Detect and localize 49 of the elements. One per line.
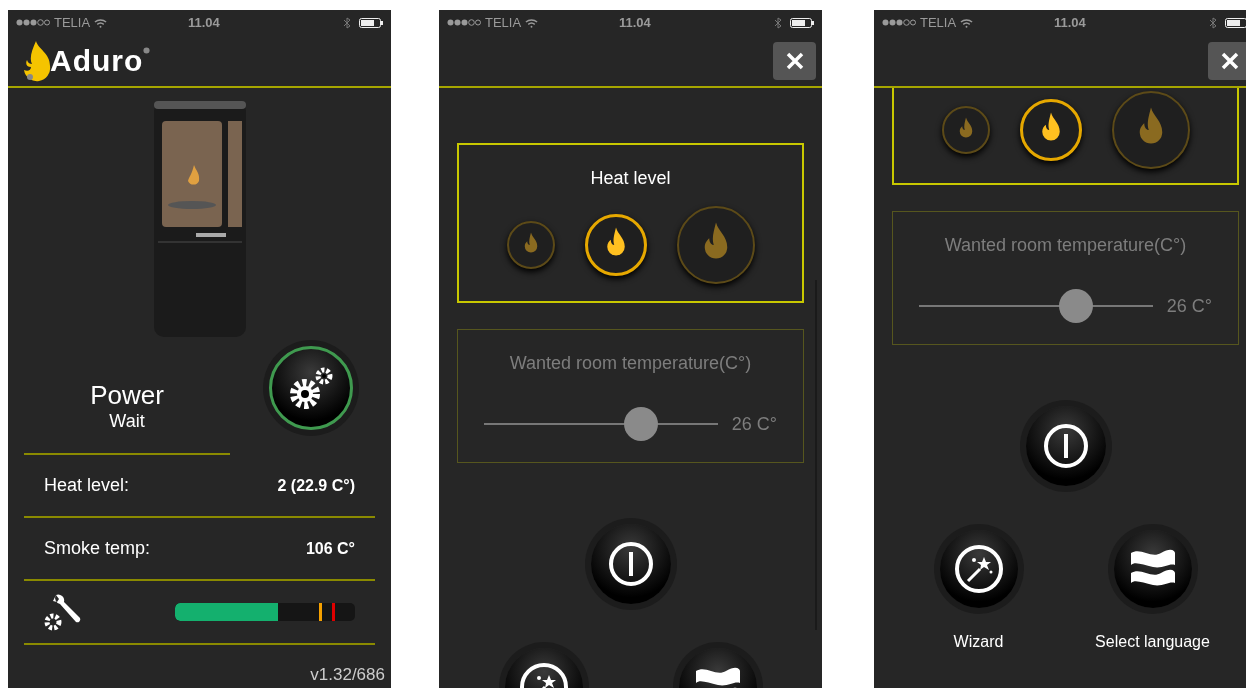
- carrier-name: TELIA: [54, 13, 91, 32]
- registered-icon: [143, 47, 151, 54]
- status-text: Wait: [109, 409, 145, 432]
- slider-thumb[interactable]: [623, 407, 658, 441]
- magic-wand-icon[interactable]: [953, 544, 1004, 594]
- close-icon: [1220, 51, 1239, 70]
- flame-logo-icon: [22, 39, 52, 82]
- temperature-reading: 26 C°: [731, 412, 777, 436]
- slider-thumb[interactable]: [1058, 289, 1093, 323]
- signal-icon: [16, 19, 50, 26]
- heat-level-option[interactable]: [584, 214, 647, 276]
- status-time: 11.04: [1054, 13, 1086, 32]
- signal-icon: [882, 19, 916, 26]
- brand-logo: Aduro: [50, 43, 144, 79]
- close-button[interactable]: [1208, 41, 1246, 80]
- panel-title: Wanted room temperature(C°): [509, 352, 752, 375]
- battery-icon: [359, 17, 383, 28]
- row-label: Smoke temp:: [44, 537, 151, 560]
- row-value: 106 C°: [305, 538, 355, 559]
- action-label: Select language: [1095, 632, 1210, 652]
- wrench-gear-icon[interactable]: [44, 593, 82, 631]
- panel-title: Heat level: [590, 167, 671, 190]
- bluetooth-icon: [774, 16, 782, 29]
- wifi-icon: [525, 17, 539, 28]
- heat-level-option[interactable]: [1019, 98, 1082, 161]
- row-value: 2 (22.9 C°): [277, 475, 355, 496]
- temperature-reading: 26 C°: [1166, 294, 1212, 318]
- wifi-icon: [94, 17, 108, 28]
- status-title: Power: [90, 379, 164, 410]
- panel-title: Wanted room temperature(C°): [944, 234, 1187, 257]
- carrier-name: TELIA: [920, 13, 957, 32]
- bluetooth-icon: [343, 16, 351, 29]
- power-icon[interactable]: [606, 540, 655, 588]
- temperature-slider[interactable]: [484, 407, 718, 441]
- battery-icon: [790, 17, 814, 28]
- wifi-icon: [960, 17, 974, 28]
- bluetooth-icon: [1209, 16, 1217, 29]
- status-time: 11.04: [619, 13, 651, 32]
- action-label: Wizard: [953, 632, 1004, 652]
- carrier-name: TELIA: [485, 13, 522, 32]
- row-label: Heat level:: [44, 474, 130, 497]
- temperature-slider[interactable]: [919, 289, 1153, 323]
- battery-icon: [1225, 17, 1246, 28]
- signal-icon: [447, 19, 481, 26]
- power-icon[interactable]: [1041, 422, 1090, 470]
- close-button[interactable]: [773, 41, 816, 80]
- version-text: v1.32/686: [310, 663, 385, 686]
- close-icon: [785, 51, 804, 70]
- status-time: 11.04: [188, 13, 220, 32]
